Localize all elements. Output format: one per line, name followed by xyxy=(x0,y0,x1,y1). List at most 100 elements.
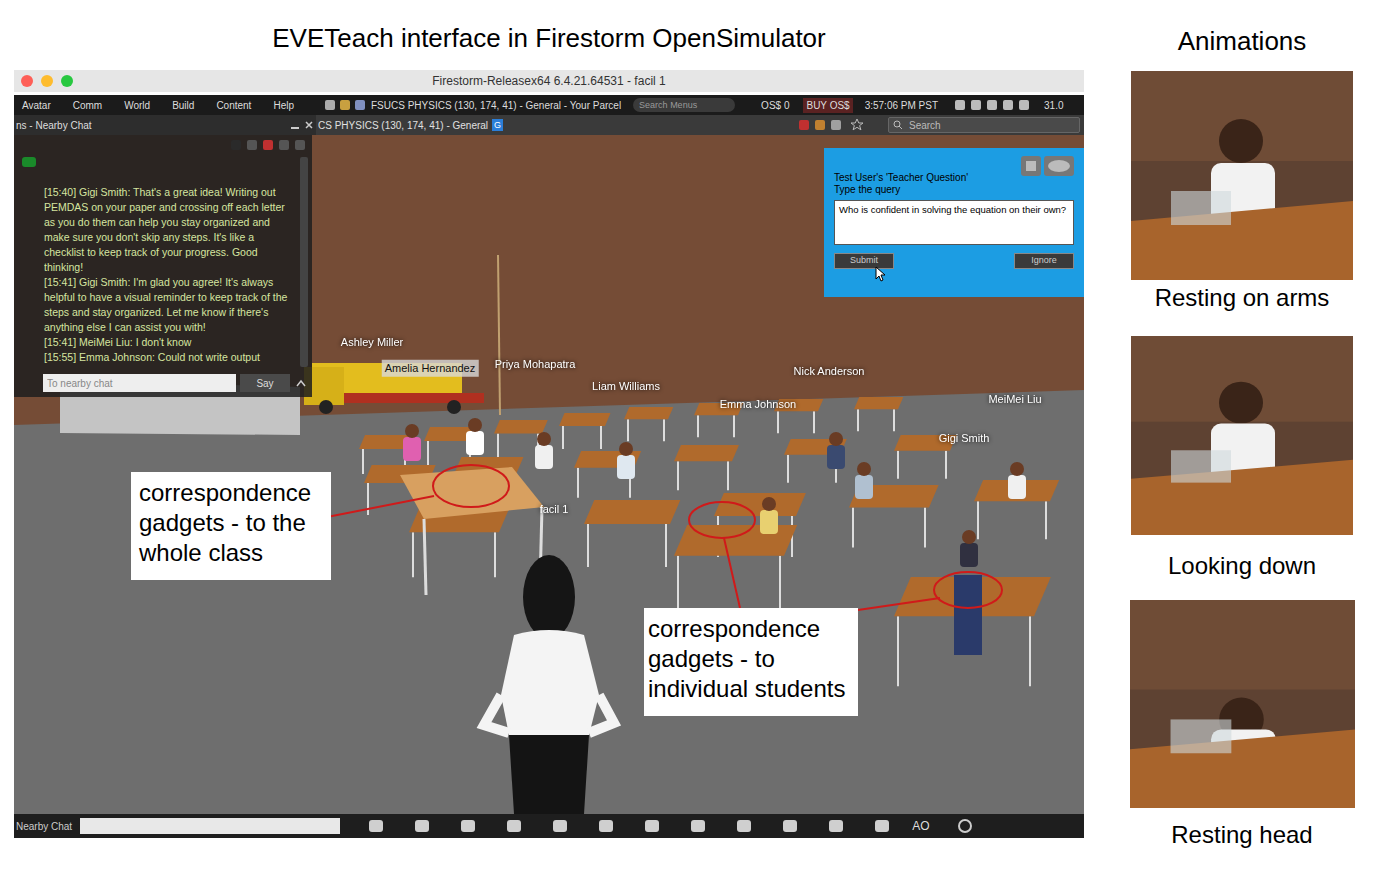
animation-photo xyxy=(1131,336,1353,535)
avatar-name-tag[interactable]: Priya Mohapatra xyxy=(492,356,579,373)
menu-item[interactable]: Comm xyxy=(73,98,102,113)
nav-location[interactable]: CS PHYSICS (130, 174, 41) - General xyxy=(318,118,488,133)
voice-icon[interactable] xyxy=(970,99,982,111)
map-icon[interactable] xyxy=(736,819,752,833)
parcel-icon[interactable] xyxy=(339,99,351,111)
clock: 3:57:06 PM PST xyxy=(865,98,938,113)
bottom-chat-input[interactable] xyxy=(80,818,340,834)
avatar-name-tag[interactable]: facil 1 xyxy=(537,501,572,518)
mouse-cursor-icon xyxy=(875,266,887,282)
nav-bar: ns - Nearby Chat CS PHYSICS (130, 174, 41… xyxy=(14,115,1084,135)
avatar-name-tag[interactable]: Liam Williams xyxy=(589,378,663,395)
expand-icon[interactable] xyxy=(296,379,306,387)
buy-button[interactable]: BUY OS$ xyxy=(803,98,852,113)
bottom-buttons xyxy=(368,819,890,833)
chat-message: [15:40] Gigi Smith: That's a great idea!… xyxy=(44,185,296,275)
favorite-star-icon[interactable] xyxy=(850,118,864,132)
snapshot-icon[interactable] xyxy=(828,819,844,833)
animation-caption: Resting head xyxy=(1171,817,1312,853)
people-icon[interactable] xyxy=(246,139,258,151)
animation-photo xyxy=(1130,600,1355,808)
dialog-title: Test User's 'Teacher Question' xyxy=(834,172,1074,184)
minimize-icon[interactable] xyxy=(290,120,300,130)
appearance-icon[interactable] xyxy=(644,819,660,833)
block-icon[interactable] xyxy=(262,139,274,151)
animation-caption: Resting on arms xyxy=(1155,280,1330,316)
title-bar: Firestorm-Releasex64 6.4.21.64531 - faci… xyxy=(14,70,1084,92)
callout-individual: correspondence gadgets - to individual s… xyxy=(644,608,858,716)
reset-icon[interactable] xyxy=(957,818,973,834)
figure-left: EVETeach interface in Firestorm OpenSimu… xyxy=(0,0,1100,870)
teacher-question-dialog: Test User's 'Teacher Question'Type the q… xyxy=(824,148,1084,297)
video-icon[interactable] xyxy=(1002,99,1014,111)
no-build-icon[interactable] xyxy=(814,119,826,131)
animations-title: Animations xyxy=(1178,24,1307,58)
speaker-icon[interactable] xyxy=(230,139,242,151)
chat-icon[interactable] xyxy=(368,819,384,833)
chat-header: ns - Nearby Chat xyxy=(14,115,316,135)
microphone-icon[interactable] xyxy=(414,819,430,833)
submit-button[interactable]: Submit xyxy=(834,253,894,269)
dialog-buttons: Submit Ignore xyxy=(834,253,1074,269)
query-field[interactable]: Who is confident in solving the equation… xyxy=(834,200,1074,245)
volume-icon[interactable] xyxy=(1018,99,1030,111)
say-button[interactable]: Say xyxy=(240,374,290,392)
walk-icon[interactable] xyxy=(506,819,522,833)
chat-message: [15:41] Gigi Smith: I'm glad you agree! … xyxy=(44,275,296,335)
eye-icon[interactable] xyxy=(324,99,336,111)
chat-title: ns - Nearby Chat xyxy=(16,118,290,133)
chat-toolbar xyxy=(14,135,312,155)
menu-item[interactable]: Help xyxy=(273,98,294,113)
search-icon[interactable] xyxy=(690,819,706,833)
object-icon[interactable] xyxy=(1021,156,1041,176)
avatar-icon[interactable] xyxy=(354,99,366,111)
general-badge: G xyxy=(492,119,503,131)
music-icon[interactable] xyxy=(986,99,998,111)
animation-caption: Looking down xyxy=(1168,548,1316,584)
dialog-prompt: Type the query xyxy=(834,184,1074,196)
menu-item[interactable]: Avatar xyxy=(22,98,51,113)
nav-search[interactable]: Search xyxy=(888,117,1080,133)
window-title: Firestorm-Releasex64 6.4.21.64531 - faci… xyxy=(432,72,665,90)
ignore-button[interactable]: Ignore xyxy=(1014,253,1074,269)
avatar-name-tag[interactable]: Amelia Hernandez xyxy=(382,360,479,377)
history-icon[interactable] xyxy=(278,139,290,151)
ao-button[interactable]: AO xyxy=(912,817,929,835)
search-icon[interactable] xyxy=(294,139,306,151)
minimap-icon[interactable] xyxy=(782,819,798,833)
menu-search[interactable] xyxy=(633,98,735,112)
avatar-name-tag[interactable]: MeiMei Liu xyxy=(985,391,1044,408)
menu-item[interactable]: Content xyxy=(216,98,251,113)
voice-icon[interactable] xyxy=(22,157,36,167)
nearby-chat-label: Nearby Chat xyxy=(16,819,72,834)
close-icon[interactable] xyxy=(21,75,33,87)
close-icon[interactable] xyxy=(304,120,314,130)
zoom-icon[interactable] xyxy=(61,75,73,87)
headphones-icon[interactable] xyxy=(460,819,476,833)
chat-body: [15:40] Gigi Smith: That's a great idea!… xyxy=(14,155,312,369)
balance: OS$ 0 xyxy=(761,98,789,113)
parcel-location[interactable]: FSUCS PHYSICS (130, 174, 41) - General -… xyxy=(371,98,621,113)
nearby-chat-panel: [15:40] Gigi Smith: That's a great idea!… xyxy=(14,135,312,397)
inventory-icon[interactable] xyxy=(874,819,890,833)
callout-whole-class: correspondence gadgets - to the whole cl… xyxy=(131,472,331,580)
avatar-name-tag[interactable]: Gigi Smith xyxy=(936,430,993,447)
window-controls xyxy=(21,75,73,87)
avatar-name-tag[interactable]: Nick Anderson xyxy=(791,363,868,380)
nav-search-text: Search xyxy=(909,118,941,133)
camera-view-icon[interactable] xyxy=(552,819,568,833)
avatar-name-tag[interactable]: Ashley Miller xyxy=(338,334,406,351)
media-icon[interactable] xyxy=(954,99,966,111)
people-icon[interactable] xyxy=(598,819,614,833)
avatar-name-tag[interactable]: Emma Johnson xyxy=(717,396,799,413)
location-group: FSUCS PHYSICS (130, 174, 41) - General -… xyxy=(324,98,621,113)
chat-input[interactable] xyxy=(43,374,236,392)
scripts-icon[interactable] xyxy=(830,119,842,131)
no-push-icon[interactable] xyxy=(798,119,810,131)
menu-item[interactable]: World xyxy=(124,98,150,113)
menu-item[interactable]: Build xyxy=(172,98,194,113)
chat-gutter xyxy=(14,155,44,369)
owner-icon[interactable] xyxy=(1044,156,1074,176)
chat-scrollbar[interactable] xyxy=(300,157,308,367)
minimize-icon[interactable] xyxy=(41,75,53,87)
